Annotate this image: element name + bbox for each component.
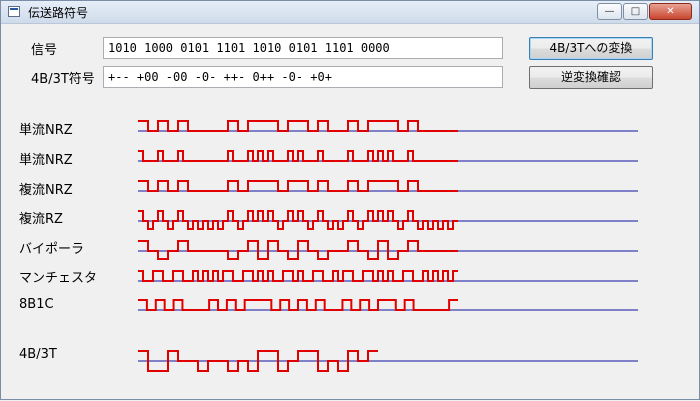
waveform-8b1c bbox=[138, 299, 458, 311]
waveform-area bbox=[138, 120, 638, 372]
waveform-manchester bbox=[138, 270, 458, 282]
waveform-ami bbox=[138, 240, 458, 260]
waveform-unipolar-nrz bbox=[138, 120, 458, 132]
app-window: 伝送路符号 — □ ✕ 信号 1010 1000 0101 1101 1010 … bbox=[0, 0, 700, 400]
waveform-bipolar-nrz bbox=[138, 180, 458, 192]
waveform-bipolar-rz bbox=[138, 210, 458, 230]
waveform-unipolar-rz bbox=[138, 150, 458, 162]
